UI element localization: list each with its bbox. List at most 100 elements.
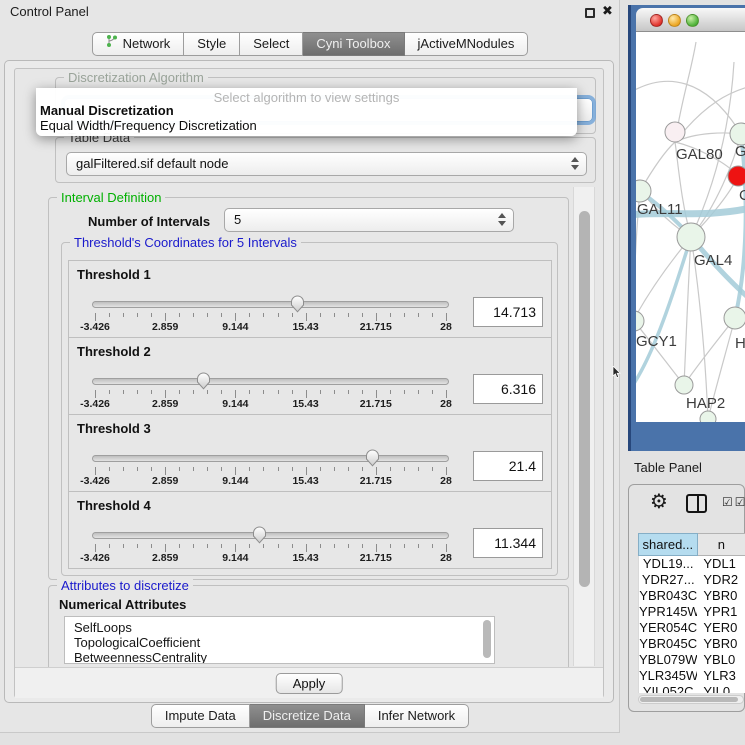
tick xyxy=(193,544,194,548)
minimize-traffic-light-icon[interactable] xyxy=(668,14,681,27)
settings-scrollbar-thumb[interactable] xyxy=(579,211,590,587)
node-label: H xyxy=(735,335,745,352)
node-label: GA xyxy=(735,143,745,160)
tab-infer-network[interactable]: Infer Network xyxy=(365,704,469,728)
table-row[interactable]: YBR043CYBR0 xyxy=(639,588,745,604)
tick xyxy=(193,390,194,394)
float-window-icon[interactable] xyxy=(585,8,595,18)
cell-shared-name: YPR145W xyxy=(639,604,697,620)
apply-button[interactable]: Apply xyxy=(276,673,343,694)
zoom-traffic-light-icon[interactable] xyxy=(686,14,699,27)
table-row[interactable]: YER054CYER0 xyxy=(639,620,745,636)
attribute-item[interactable]: BetweennessCentrality xyxy=(65,650,494,664)
table-data-group: Table Data galFiltered.sif default node xyxy=(55,137,596,183)
slider-track[interactable] xyxy=(92,378,449,385)
tick xyxy=(249,390,250,394)
tab-select[interactable]: Select xyxy=(240,32,303,56)
tick xyxy=(306,313,307,321)
tab-impute-data[interactable]: Impute Data xyxy=(151,704,250,728)
tick xyxy=(418,467,419,471)
tick xyxy=(278,467,279,471)
threshold-value-field[interactable]: 11.344 xyxy=(473,528,543,558)
tab-discretize-data[interactable]: Discretize Data xyxy=(250,704,365,728)
slider-track[interactable] xyxy=(92,532,449,539)
popup-option[interactable]: Manual Discretization xyxy=(36,103,577,118)
slider-track[interactable] xyxy=(92,301,449,308)
cell-name: YDR2 xyxy=(697,572,745,588)
select-columns-checkboxes-icon[interactable]: ☑☑ xyxy=(722,495,745,509)
list-scrollbar[interactable] xyxy=(483,620,491,658)
network-node[interactable] xyxy=(728,166,745,186)
numerical-attributes-list[interactable]: SelfLoopsTopologicalCoefficientBetweenne… xyxy=(64,616,495,664)
threshold-value-field[interactable]: 14.713 xyxy=(473,297,543,327)
attribute-item[interactable]: TopologicalCoefficient xyxy=(65,635,494,650)
tick xyxy=(235,390,236,398)
slider-tick-marks xyxy=(95,544,446,552)
tick xyxy=(432,467,433,471)
slider-thumb[interactable] xyxy=(290,294,305,318)
column-header-shared-name[interactable]: shared... xyxy=(638,533,698,556)
network-node[interactable] xyxy=(675,376,693,394)
network-node[interactable] xyxy=(636,311,644,331)
settings-scrollbar[interactable] xyxy=(573,187,595,666)
table-row[interactable]: YLR345WYLR3 xyxy=(639,668,745,684)
tick xyxy=(249,313,250,317)
tick-label: 21.715 xyxy=(360,321,392,333)
gear-icon[interactable]: ⚙ xyxy=(650,489,668,514)
cell-name: YBR0 xyxy=(697,636,745,652)
slider-thumb[interactable] xyxy=(252,525,267,549)
tick xyxy=(418,544,419,548)
tick xyxy=(179,313,180,317)
thresholds-group: Threshold's Coordinates for 5 Intervals … xyxy=(61,242,558,576)
tick xyxy=(278,544,279,548)
close-icon[interactable]: ✖ xyxy=(602,3,613,19)
columns-icon[interactable] xyxy=(686,494,707,513)
table-row[interactable]: YIL052CYIL0 xyxy=(639,684,745,693)
network-node[interactable] xyxy=(665,122,685,142)
slider-thumb[interactable] xyxy=(365,448,380,472)
tab-cyni-toolbox[interactable]: Cyni Toolbox xyxy=(303,32,404,56)
tick-label: -3.426 xyxy=(80,321,110,333)
network-node[interactable] xyxy=(700,411,716,422)
table-row[interactable]: YBR045CYBR0 xyxy=(639,636,745,652)
tick xyxy=(137,390,138,394)
attribute-item[interactable]: SelfLoops xyxy=(65,620,494,635)
threshold-panel: Threshold 3-3.4262.8599.14415.4321.71528… xyxy=(68,414,552,492)
tick xyxy=(362,467,363,471)
tick-label: 2.859 xyxy=(152,398,178,410)
threshold-value-field[interactable]: 6.316 xyxy=(473,374,543,404)
tick-label: 21.715 xyxy=(360,475,392,487)
table-row[interactable]: YDR27...YDR2 xyxy=(639,572,745,588)
slider-thumb[interactable] xyxy=(196,371,211,395)
cell-name: YPR1 xyxy=(697,604,745,620)
network-node[interactable] xyxy=(730,123,745,145)
network-node[interactable] xyxy=(677,223,705,251)
tab-style[interactable]: Style xyxy=(184,32,240,56)
network-canvas[interactable]: GAL80GACGAL11GAL4GCY1HHAP2 xyxy=(636,32,745,422)
tick xyxy=(179,544,180,548)
slider-tick-labels: -3.4262.8599.14415.4321.71528 xyxy=(95,552,446,564)
table-row[interactable]: YDL19...YDL1 xyxy=(639,556,745,572)
slider-track[interactable] xyxy=(92,455,449,462)
column-header-name[interactable]: n xyxy=(698,533,745,556)
popup-option[interactable]: Equal Width/Frequency Discretization xyxy=(36,118,577,133)
close-traffic-light-icon[interactable] xyxy=(650,14,663,27)
tick xyxy=(418,390,419,394)
tick-label: 28 xyxy=(440,552,452,564)
table-horizontal-scrollbar-thumb[interactable] xyxy=(640,697,738,702)
tick xyxy=(123,467,124,471)
table-row[interactable]: YPR145WYPR1 xyxy=(639,604,745,620)
tick xyxy=(109,544,110,548)
tab-network[interactable]: Network xyxy=(92,32,185,56)
tab-jactivemnodules[interactable]: jActiveMNodules xyxy=(405,32,529,56)
tick xyxy=(123,544,124,548)
tick xyxy=(432,544,433,548)
table-row[interactable]: YBL079WYBL0 xyxy=(639,652,745,668)
tick xyxy=(404,390,405,394)
num-intervals-combobox[interactable]: 5 xyxy=(224,208,514,232)
table-panel-title: Table Panel xyxy=(634,460,702,475)
table-horizontal-scrollbar[interactable] xyxy=(638,695,744,704)
threshold-value-field[interactable]: 21.4 xyxy=(473,451,543,481)
network-node[interactable] xyxy=(724,307,745,329)
table-data-combobox[interactable]: galFiltered.sif default node xyxy=(66,152,587,176)
